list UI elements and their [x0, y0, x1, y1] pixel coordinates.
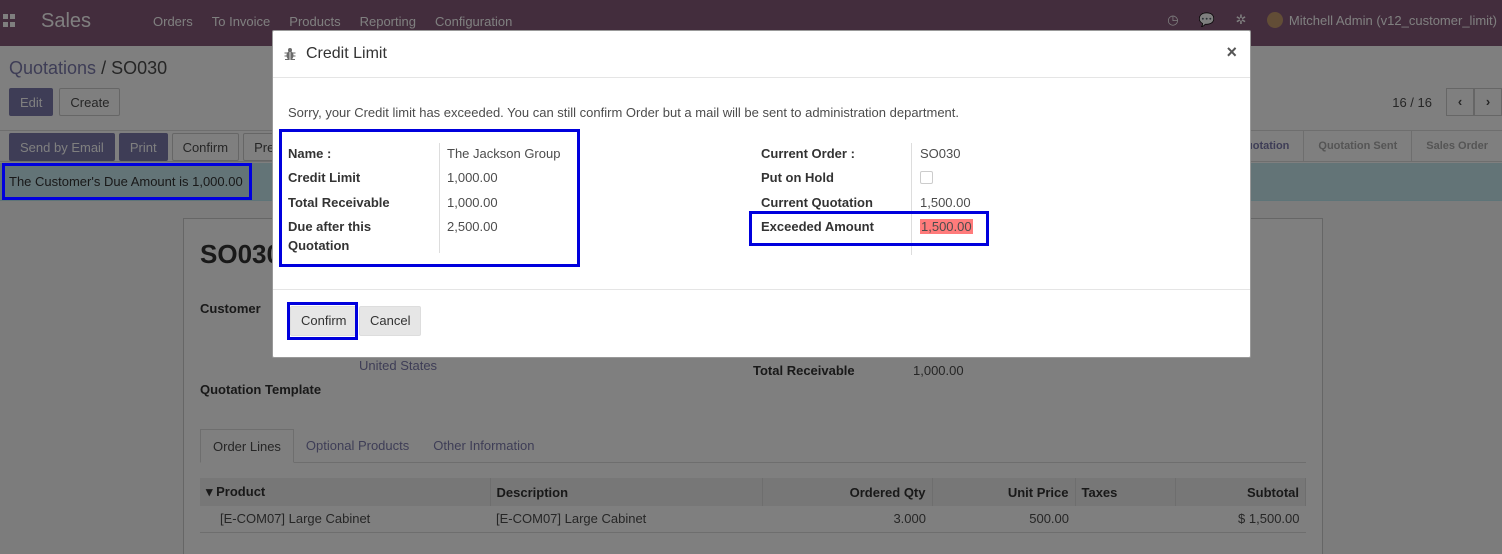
modal-footer: Confirm Cancel: [273, 289, 1250, 357]
current-quotation-label: Current Quotation: [761, 195, 873, 210]
modal-title: Credit Limit: [306, 45, 387, 62]
highlight-box-alert: [2, 163, 252, 200]
close-icon[interactable]: ×: [1226, 42, 1237, 63]
put-on-hold-checkbox[interactable]: [920, 171, 933, 184]
modal-header: Credit Limit ×: [273, 31, 1250, 78]
current-quotation-value: 1,500.00: [920, 195, 971, 210]
cancel-button[interactable]: Cancel: [359, 306, 422, 336]
highlight-box-customer: [279, 129, 580, 267]
bug-icon: [284, 48, 296, 60]
highlight-box-exceeded: [749, 211, 989, 246]
credit-limit-message: Sorry, your Credit limit has exceeded. Y…: [288, 105, 960, 120]
highlight-box-confirm: [287, 302, 358, 340]
current-order-label: Current Order :: [761, 146, 855, 161]
order-credit-group: Current Order : SO030 Put on Hold Curren…: [761, 143, 1061, 269]
credit-limit-dialog: Credit Limit × Sorry, your Credit limit …: [272, 30, 1251, 358]
put-on-hold-label: Put on Hold: [761, 170, 834, 185]
current-order-value: SO030: [920, 146, 961, 161]
